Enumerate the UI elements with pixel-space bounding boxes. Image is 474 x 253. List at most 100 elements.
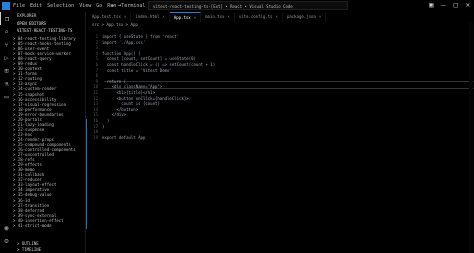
line-number: 19 — [93, 134, 98, 140]
code-line: 11 <h1>{title}</h1> — [88, 90, 155, 95]
line-number: 6 — [95, 62, 98, 67]
minimize-button[interactable]: – — [441, 1, 445, 10]
accounts-icon[interactable]: ◉ — [0, 221, 13, 234]
code-editor[interactable]: 1 import { useState } from 'react' 2 import… — [88, 30, 474, 253]
back-arrow-icon[interactable]: ← — [111, 2, 115, 10]
tab-index-html[interactable]: index.html × — [131, 12, 170, 22]
line-number: 2 — [95, 39, 98, 45]
code-text: } — [102, 123, 105, 129]
code-text: function App() { — [102, 50, 141, 56]
line-number: 17 — [93, 123, 98, 129]
tab-label: vite.config.ts — [238, 14, 273, 19]
line-number: 12 — [93, 95, 98, 101]
line-number: 8 — [95, 73, 98, 79]
activity-bar: ❐ ⌕ ⑂ ▷ ⊞ ⚗ ▭ ◉ ⚙ — [0, 12, 13, 253]
workspace-folder[interactable]: VITEST-REACT-TESTING-TS — [13, 27, 85, 34]
tab-app-tsx[interactable]: App.tsx × — [169, 12, 202, 22]
menu-bar: FileEditSelectionViewGoRunTerminalHelp — [13, 2, 162, 10]
code-line: 15 </div> — [88, 112, 126, 117]
tab-label: index.html — [135, 14, 160, 19]
line-number: 16 — [93, 118, 98, 123]
code-line: 5 const [count, setCount] = useState(0) — [88, 56, 196, 61]
run-debug-icon[interactable]: ▷ — [0, 51, 13, 64]
close-icon[interactable]: × — [276, 14, 278, 19]
code-line: 12 <button onClick={handleClick}> — [88, 96, 189, 101]
forward-arrow-icon[interactable]: → — [118, 2, 122, 10]
explorer-header: EXPLORER — [17, 13, 37, 18]
nav-buttons: ← → — [111, 2, 121, 10]
source-control-icon[interactable]: ⑂ — [0, 38, 13, 51]
tab-label: App.test.tsx — [92, 14, 121, 19]
testing-icon[interactable]: ⚗ — [0, 77, 13, 90]
breadcrumb[interactable]: src > App.tsx > App — [92, 22, 138, 28]
sidebar-bottom-panels: > OUTLINE > TIMELINE — [13, 241, 85, 253]
line-number: 7 — [95, 67, 98, 73]
menu-item-terminal[interactable]: Terminal — [121, 2, 145, 10]
line-number: 9 — [95, 78, 98, 84]
tab-app-test-tsx[interactable]: App.test.tsx × — [88, 12, 132, 22]
line-number: 3 — [95, 45, 98, 51]
search-icon[interactable]: ⌕ — [0, 25, 13, 38]
close-icon[interactable]: × — [162, 14, 164, 19]
code-text: <h1>{title}</h1> — [102, 90, 155, 95]
tab-package-json[interactable]: package.json × — [283, 12, 327, 22]
code-line: 18 — [88, 129, 102, 134]
close-icon[interactable]: × — [227, 14, 229, 19]
code-line: 3 — [88, 45, 102, 50]
tab-vite-config-ts[interactable]: vite.config.ts × — [235, 12, 283, 22]
menu-item-go[interactable]: Go — [96, 2, 102, 10]
code-line: 17} — [88, 124, 104, 129]
code-line: 19 export default App — [88, 135, 145, 140]
line-number: 5 — [95, 56, 98, 62]
explorer-sidebar: EXPLORER OPEN EDITORS VITEST-REACT-TESTI… — [13, 12, 86, 253]
code-text: const title = 'Vitest Demo' — [102, 67, 172, 73]
command-center[interactable]: vitest-react-testing-ts-[Ext] • React • … — [148, 1, 348, 10]
line-number: 4 — [95, 50, 98, 56]
code-text: import './App.css' — [102, 39, 146, 45]
code-text: count is {count} — [102, 101, 160, 107]
line-number: 15 — [93, 112, 98, 118]
code-text: </div> — [102, 112, 127, 118]
layout-toggle-icon[interactable]: ▣ — [429, 1, 433, 10]
vscode-logo-icon — [2, 2, 10, 10]
explorer-icon[interactable]: ❐ — [0, 12, 13, 25]
code-text: </button> — [102, 106, 139, 112]
line-number: 10 — [93, 84, 98, 90]
settings-gear-icon[interactable]: ⚙ — [0, 234, 13, 247]
tab-main-tsx[interactable]: main.tsx × — [201, 12, 235, 22]
editor-tabs: App.test.tsx × index.html × App.tsx × main.tsx… — [88, 12, 474, 22]
close-icon[interactable]: × — [124, 14, 126, 19]
timeline-section[interactable]: > TIMELINE — [13, 247, 85, 253]
editor-scrollbar[interactable] — [469, 22, 473, 253]
code-line: 6 const handleClick = () => setCount(cou… — [88, 62, 216, 67]
code-line: 4 function App() { — [88, 51, 141, 56]
code-line: 7 const title = 'Vitest Demo' — [88, 68, 172, 73]
close-icon[interactable]: × — [194, 15, 196, 20]
code-text: <div className="App"> — [102, 84, 163, 90]
line-number: 13 — [93, 101, 98, 107]
remote-explorer-icon[interactable]: ▭ — [0, 90, 13, 103]
line-number: 11 — [93, 90, 98, 95]
code-line: 10 <div className="App"> — [88, 84, 162, 89]
tab-label: package.json — [286, 14, 316, 19]
tab-label: App.tsx — [173, 15, 191, 20]
code-text: return ( — [102, 78, 127, 84]
line-number: 1 — [95, 34, 98, 39]
maximize-button[interactable]: □ — [454, 1, 458, 10]
code-text: <button onClick={handleClick}> — [102, 95, 189, 101]
menu-item-file[interactable]: File — [13, 2, 25, 10]
line-number: 18 — [93, 129, 98, 135]
code-text: const handleClick = () => setCount(count… — [102, 62, 216, 67]
extensions-icon[interactable]: ⊞ — [0, 64, 13, 77]
tree-item[interactable]: > 41-strict-mode — [13, 223, 85, 228]
menu-item-selection[interactable]: Selection — [47, 2, 74, 10]
code-line: 1 import { useState } from 'react' — [88, 34, 179, 39]
code-text: import { useState } from 'react' — [102, 34, 180, 39]
close-icon[interactable]: × — [319, 14, 321, 19]
code-line: 16 ) — [88, 118, 109, 123]
menu-item-view[interactable]: View — [79, 2, 91, 10]
code-line: 2 import './App.css' — [88, 39, 146, 45]
open-editors-section[interactable]: OPEN EDITORS — [13, 20, 85, 27]
close-button[interactable]: ✕ — [466, 1, 470, 10]
menu-item-edit[interactable]: Edit — [30, 2, 42, 10]
